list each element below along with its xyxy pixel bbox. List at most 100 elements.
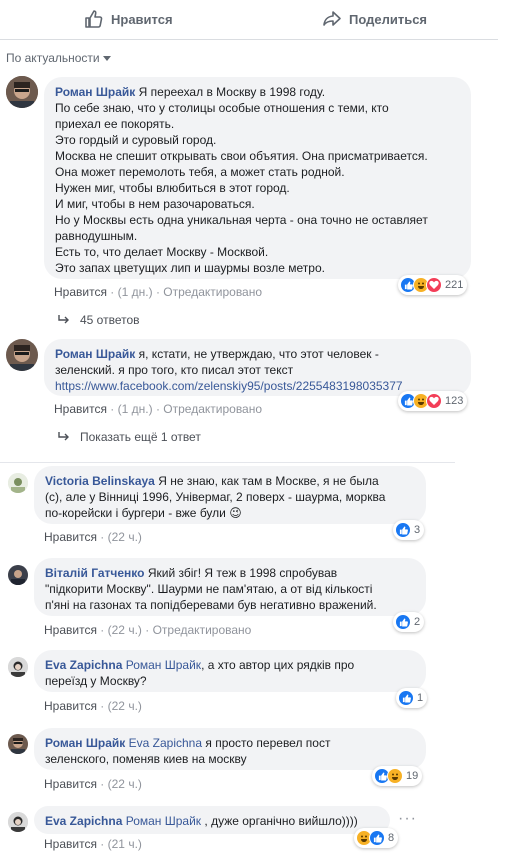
comment-like-link[interactable]: Нравится: [44, 777, 97, 791]
comment-text: зеленский. я про того, кто писал этот те…: [55, 363, 294, 377]
avatar[interactable]: [8, 565, 28, 585]
comment-text: Москва не спешит открывать свои объятия.…: [55, 149, 428, 163]
share-arrow-icon: [323, 11, 341, 26]
reaction-summary[interactable]: 1: [396, 688, 428, 708]
replies-count: 45 ответов: [80, 313, 140, 327]
avatar-image: [8, 734, 28, 754]
comment-bubble: Eva Zapichna Роман Шрайк, а хто автор ци…: [34, 650, 426, 692]
edited-label[interactable]: Отредактировано: [163, 285, 262, 299]
comment-text: , дуже органічно вийшло)))): [204, 814, 358, 828]
love-icon: [426, 277, 442, 293]
comment-timestamp[interactable]: (22 ч.): [108, 623, 142, 637]
love-icon: [426, 393, 442, 409]
reaction-summary[interactable]: 221: [398, 275, 468, 295]
comment-author[interactable]: Роман Шрайк: [55, 85, 135, 99]
reaction-summary[interactable]: 2: [393, 612, 425, 632]
comment-text: Есть то, что делает Москву - Москвой.: [55, 245, 269, 259]
avatar[interactable]: [8, 657, 28, 677]
comment-mention[interactable]: Роман Шрайк: [126, 814, 201, 828]
comment-link[interactable]: https://www.facebook.com/zelenskiy95/pos…: [55, 378, 460, 394]
comment-mention[interactable]: Eva Zapichna: [129, 736, 202, 750]
reaction-count: 221: [445, 279, 464, 291]
separator: ·: [155, 402, 160, 416]
avatar-image: [8, 473, 28, 493]
avatar[interactable]: [8, 734, 28, 754]
avatar[interactable]: [8, 473, 28, 493]
comment-timestamp[interactable]: (21 ч.): [108, 837, 142, 851]
comment-bubble: Роман Шрайк Eva Zapichna я просто переве…: [34, 728, 426, 770]
like-button[interactable]: Нравится: [84, 9, 173, 29]
comment-text: Но у Москвы есть одна уникальная черта -…: [55, 213, 428, 227]
avatar[interactable]: [6, 339, 38, 371]
comment-text: Нужен миг, чтобы влюбиться в этот город.: [55, 181, 290, 195]
reply-arrow-icon: [58, 315, 69, 324]
comment-text: Это запах цветущих лип и шаурмы возле ме…: [55, 261, 325, 275]
reply-arrow-icon: [58, 432, 69, 441]
comment-text: по-корейски і бургери - вже були: [45, 506, 226, 520]
comment-timestamp[interactable]: (22 ч.): [108, 530, 142, 544]
comment-text: И миг, чтобы в нем разочароваться.: [55, 197, 255, 211]
reaction-summary[interactable]: 19: [372, 766, 423, 786]
comment-text: Я переехал в Москву в 1998 году.: [138, 85, 326, 99]
comment-bubble: Віталій Гатченко Який збіг! Я теж в 1998…: [34, 558, 426, 616]
wink-emoji: 😉: [229, 506, 242, 520]
comment-bubble: Victoria Belinskaya Я не знаю, как там в…: [34, 466, 426, 524]
comment-meta: Нравится · (22 ч.): [44, 530, 142, 544]
comment-meta: Нравится · (1 дн.) · Отредактировано: [54, 402, 262, 416]
reaction-summary[interactable]: 8: [354, 828, 399, 848]
comment-text: приехал ее покорять.: [55, 117, 175, 131]
comment-bubble: Eva Zapichna Роман Шрайк , дуже органічн…: [34, 806, 390, 834]
separator: ·: [100, 699, 105, 713]
share-button-label: Поделиться: [349, 11, 428, 27]
comment-timestamp[interactable]: (22 ч.): [108, 699, 142, 713]
reaction-summary[interactable]: 3: [393, 520, 425, 540]
comment-text: (с), але у Вінниці 1996, Універмаг, 2 по…: [45, 490, 386, 504]
share-button[interactable]: Поделиться: [322, 9, 427, 29]
edited-label[interactable]: Отредактировано: [153, 623, 252, 637]
comment-text: равнодушным.: [55, 229, 138, 243]
like-button-label: Нравится: [111, 11, 173, 27]
separator: ·: [100, 837, 105, 851]
edited-label[interactable]: Отредактировано: [163, 402, 262, 416]
separator: ·: [110, 402, 115, 416]
comment-author[interactable]: Роман Шрайк: [55, 347, 135, 361]
comment-like-link[interactable]: Нравится: [44, 623, 97, 637]
comment-sort-dropdown[interactable]: По актуальности: [6, 51, 111, 65]
chevron-down-icon: [102, 56, 111, 61]
avatar[interactable]: [8, 812, 28, 832]
reaction-count: 123: [445, 395, 464, 407]
show-more-replies-link[interactable]: Показать ещё 1 ответ: [58, 430, 201, 444]
post-action-bar: Нравится Поделиться: [0, 0, 498, 40]
reaction-count: 1: [417, 692, 424, 704]
separator: ·: [100, 623, 105, 637]
avatar[interactable]: [6, 76, 38, 108]
comment-meta: Нравится · (21 ч.): [44, 837, 142, 851]
comment-sort-label: По актуальности: [6, 51, 100, 65]
comment-author[interactable]: Роман Шрайк: [45, 736, 125, 750]
avatar-image: [6, 76, 38, 108]
comment-timestamp[interactable]: (22 ч.): [108, 777, 142, 791]
comment-text: Это гордый и суровый город.: [55, 133, 217, 147]
comment-author[interactable]: Віталій Гатченко: [45, 566, 144, 580]
comment-like-link[interactable]: Нравится: [44, 699, 97, 713]
divider: [0, 462, 455, 463]
comment-text: я просто перевел пост: [205, 736, 331, 750]
comment-timestamp[interactable]: (1 дн.): [118, 402, 153, 416]
comment-author[interactable]: Eva Zapichna: [45, 658, 122, 672]
comment-timestamp[interactable]: (1 дн.): [118, 285, 153, 299]
comment-author[interactable]: Victoria Belinskaya: [45, 474, 155, 488]
comment-meta: Нравится · (22 ч.) · Отредактировано: [44, 623, 251, 637]
comment-meta: Нравится · (1 дн.) · Отредактировано: [54, 285, 262, 299]
view-replies-link[interactable]: 45 ответов: [58, 313, 140, 327]
reaction-summary[interactable]: 123: [398, 391, 468, 411]
comment-text: п'яні на газонах та попідберевами був не…: [45, 598, 377, 612]
reaction-count: 2: [414, 616, 421, 628]
comment-like-link[interactable]: Нравится: [44, 530, 97, 544]
comment-like-link[interactable]: Нравится: [54, 285, 107, 299]
comment-author[interactable]: Eva Zapichna: [45, 814, 122, 828]
comment-like-link[interactable]: Нравится: [54, 402, 107, 416]
comment-text: я, кстати, не утверждаю, что этот челове…: [138, 347, 379, 361]
comment-mention[interactable]: Роман Шрайк: [126, 658, 201, 672]
comment-like-link[interactable]: Нравится: [44, 837, 97, 851]
more-options-icon[interactable]: ···: [398, 810, 417, 828]
